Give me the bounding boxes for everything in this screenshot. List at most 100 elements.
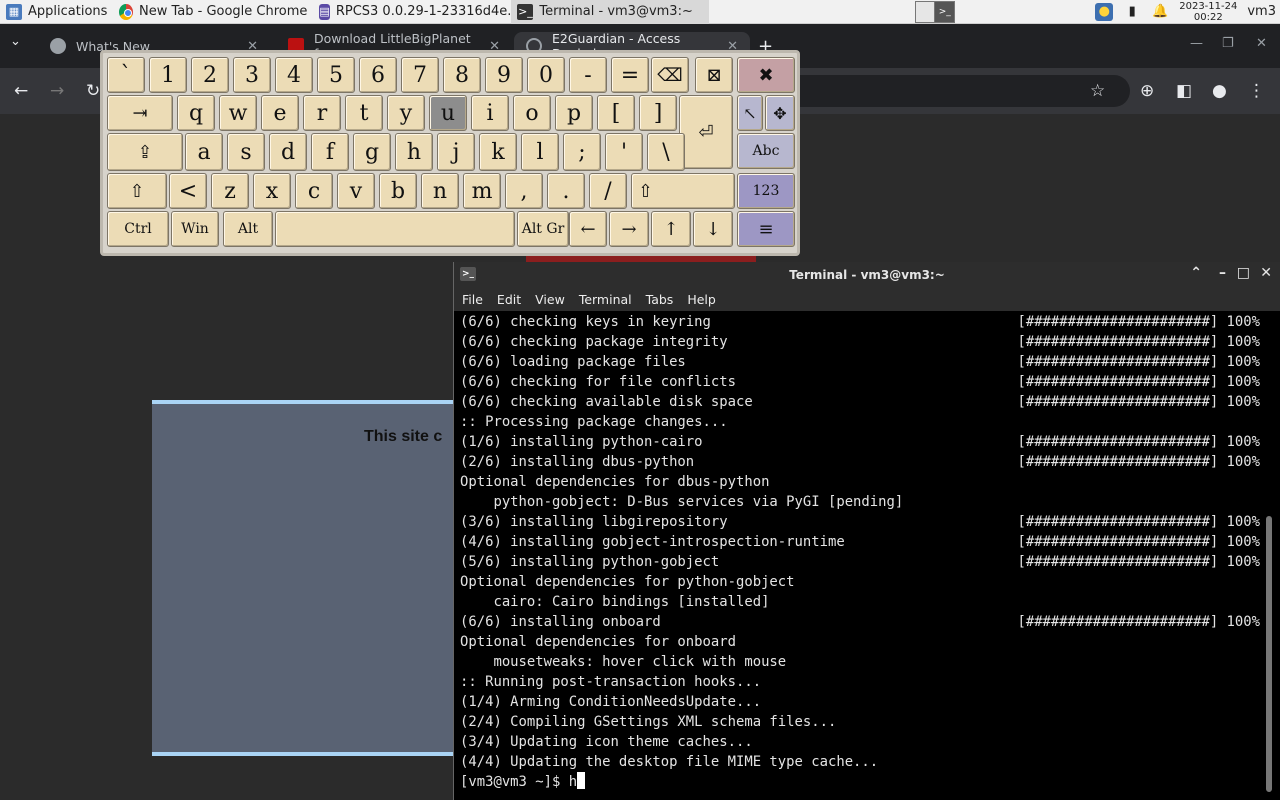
key-symbol[interactable]: \	[647, 133, 685, 171]
key-symbol[interactable]: -	[569, 57, 607, 93]
down-arrow-key[interactable]: ↓	[693, 211, 733, 247]
close-keyboard-icon[interactable]: ✖	[737, 57, 795, 93]
more-menu-icon[interactable]: ⋮	[1248, 81, 1265, 101]
minimize-icon[interactable]: –	[1219, 265, 1226, 281]
key-symbol[interactable]: ]	[639, 95, 677, 131]
terminal-titlebar[interactable]: >_ Terminal - vm3@vm3:~ ⌃ – □ ✕	[454, 262, 1280, 287]
key-1[interactable]: 1	[149, 57, 187, 93]
key-symbol[interactable]: '	[605, 133, 643, 171]
key-symbol[interactable]: ,	[505, 173, 543, 209]
key-j[interactable]: j	[437, 133, 475, 171]
terminal-output[interactable]: (6/6) checking keys in keyring [#########…	[454, 311, 1260, 800]
abc-layer-button[interactable]: Abc	[737, 133, 795, 169]
key-symbol[interactable]: =	[611, 57, 649, 93]
caps-lock-key[interactable]: ⇪	[107, 133, 183, 171]
move-keyboard-icon[interactable]: ✥	[765, 95, 795, 131]
workspace-2[interactable]: >_	[935, 1, 955, 22]
python-tray-icon[interactable]: ●	[1095, 2, 1114, 21]
menu-edit[interactable]: Edit	[497, 292, 521, 307]
bookmark-star-icon[interactable]: ☆	[1090, 81, 1105, 101]
user-menu[interactable]: vm3	[1247, 4, 1276, 19]
maximize-icon[interactable]: □	[1237, 265, 1250, 281]
key-u[interactable]: u	[429, 95, 467, 131]
menu-view[interactable]: View	[535, 292, 565, 307]
profile-avatar-icon[interactable]: ●	[1212, 81, 1227, 101]
notification-bell-icon[interactable]: 🔔	[1151, 3, 1169, 21]
applications-menu-button[interactable]: ▦ Applications	[0, 0, 113, 24]
minimize-icon[interactable]: —	[1190, 36, 1203, 51]
tab-key[interactable]: ⇥	[107, 95, 173, 131]
key-4[interactable]: 4	[275, 57, 313, 93]
keyboard-menu-icon[interactable]: ≡	[737, 211, 795, 247]
key-f[interactable]: f	[311, 133, 349, 171]
right-arrow-key[interactable]: →	[609, 211, 649, 247]
key-l[interactable]: l	[521, 133, 559, 171]
key-b[interactable]: b	[379, 173, 417, 209]
space-key[interactable]	[275, 211, 515, 247]
key-symbol[interactable]: .	[547, 173, 585, 209]
key-7[interactable]: 7	[401, 57, 439, 93]
key-n[interactable]: n	[421, 173, 459, 209]
window-shade-chevron-up-icon[interactable]: ⌃	[1190, 265, 1202, 281]
close-icon[interactable]: ✕	[1260, 265, 1272, 281]
enter-key[interactable]: ⏎	[679, 95, 733, 169]
key-t[interactable]: t	[345, 95, 383, 131]
right-shift-key[interactable]: ⇧	[631, 173, 735, 209]
key-d[interactable]: d	[269, 133, 307, 171]
key-r[interactable]: r	[303, 95, 341, 131]
key-o[interactable]: o	[513, 95, 551, 131]
clock[interactable]: 2023-11-24 00:22	[1179, 1, 1237, 23]
tab-search-chevron-down-icon[interactable]: ⌄	[10, 34, 21, 49]
key-m[interactable]: m	[463, 173, 501, 209]
command-input[interactable]: h	[569, 774, 577, 790]
key-6[interactable]: 6	[359, 57, 397, 93]
win-key[interactable]: Win	[171, 211, 219, 247]
click-mode-pointer-icon[interactable]: ↖	[737, 95, 763, 131]
workspace-1[interactable]	[916, 1, 936, 22]
alt-key[interactable]: Alt	[223, 211, 273, 247]
forward-arrow-icon[interactable]: →	[50, 81, 64, 101]
menu-terminal[interactable]: Terminal	[579, 292, 632, 307]
key-symbol[interactable]: <	[169, 173, 207, 209]
key-0[interactable]: 0	[527, 57, 565, 93]
delete-key[interactable]: ⊠	[695, 57, 733, 93]
key-y[interactable]: y	[387, 95, 425, 131]
terminal-scrollbar[interactable]	[1266, 516, 1272, 792]
battery-icon[interactable]: ▮	[1123, 3, 1141, 21]
key-8[interactable]: 8	[443, 57, 481, 93]
numbers-layer-button[interactable]: 123	[737, 173, 795, 209]
menu-help[interactable]: Help	[687, 292, 716, 307]
key-k[interactable]: k	[479, 133, 517, 171]
side-panel-icon[interactable]: ◧	[1176, 81, 1192, 101]
key-i[interactable]: i	[471, 95, 509, 131]
restore-icon[interactable]: ❐	[1222, 36, 1234, 51]
key-5[interactable]: 5	[317, 57, 355, 93]
key-g[interactable]: g	[353, 133, 391, 171]
key-2[interactable]: 2	[191, 57, 229, 93]
key-z[interactable]: z	[211, 173, 249, 209]
download-icon[interactable]: ⊕	[1140, 81, 1154, 101]
key-a[interactable]: a	[185, 133, 223, 171]
key-x[interactable]: x	[253, 173, 291, 209]
key-c[interactable]: c	[295, 173, 333, 209]
key-v[interactable]: v	[337, 173, 375, 209]
taskbar-item-rpcs3[interactable]: ▤ RPCS3 0.0.29-1-23316d4e...	[313, 0, 520, 24]
workspace-switcher[interactable]: >_	[915, 0, 956, 23]
key-9[interactable]: 9	[485, 57, 523, 93]
taskbar-item-chrome[interactable]: New Tab - Google Chrome	[113, 0, 313, 24]
key-symbol[interactable]: [	[597, 95, 635, 131]
terminal-prompt-line[interactable]: [vm3@vm3 ~]$ h	[460, 772, 1260, 792]
key-s[interactable]: s	[227, 133, 265, 171]
left-shift-key[interactable]: ⇧	[107, 173, 167, 209]
key-symbol[interactable]: /	[589, 173, 627, 209]
backspace-key[interactable]: ⌫	[651, 57, 689, 93]
close-icon[interactable]: ✕	[1256, 36, 1267, 51]
key-symbol[interactable]: ;	[563, 133, 601, 171]
key-h[interactable]: h	[395, 133, 433, 171]
left-arrow-key[interactable]: ←	[569, 211, 607, 247]
menu-tabs[interactable]: Tabs	[646, 292, 674, 307]
key-symbol[interactable]: `	[107, 57, 145, 93]
menu-file[interactable]: File	[462, 292, 483, 307]
reload-icon[interactable]: ↻	[86, 81, 100, 101]
taskbar-item-terminal[interactable]: >_ Terminal - vm3@vm3:~	[511, 0, 710, 24]
